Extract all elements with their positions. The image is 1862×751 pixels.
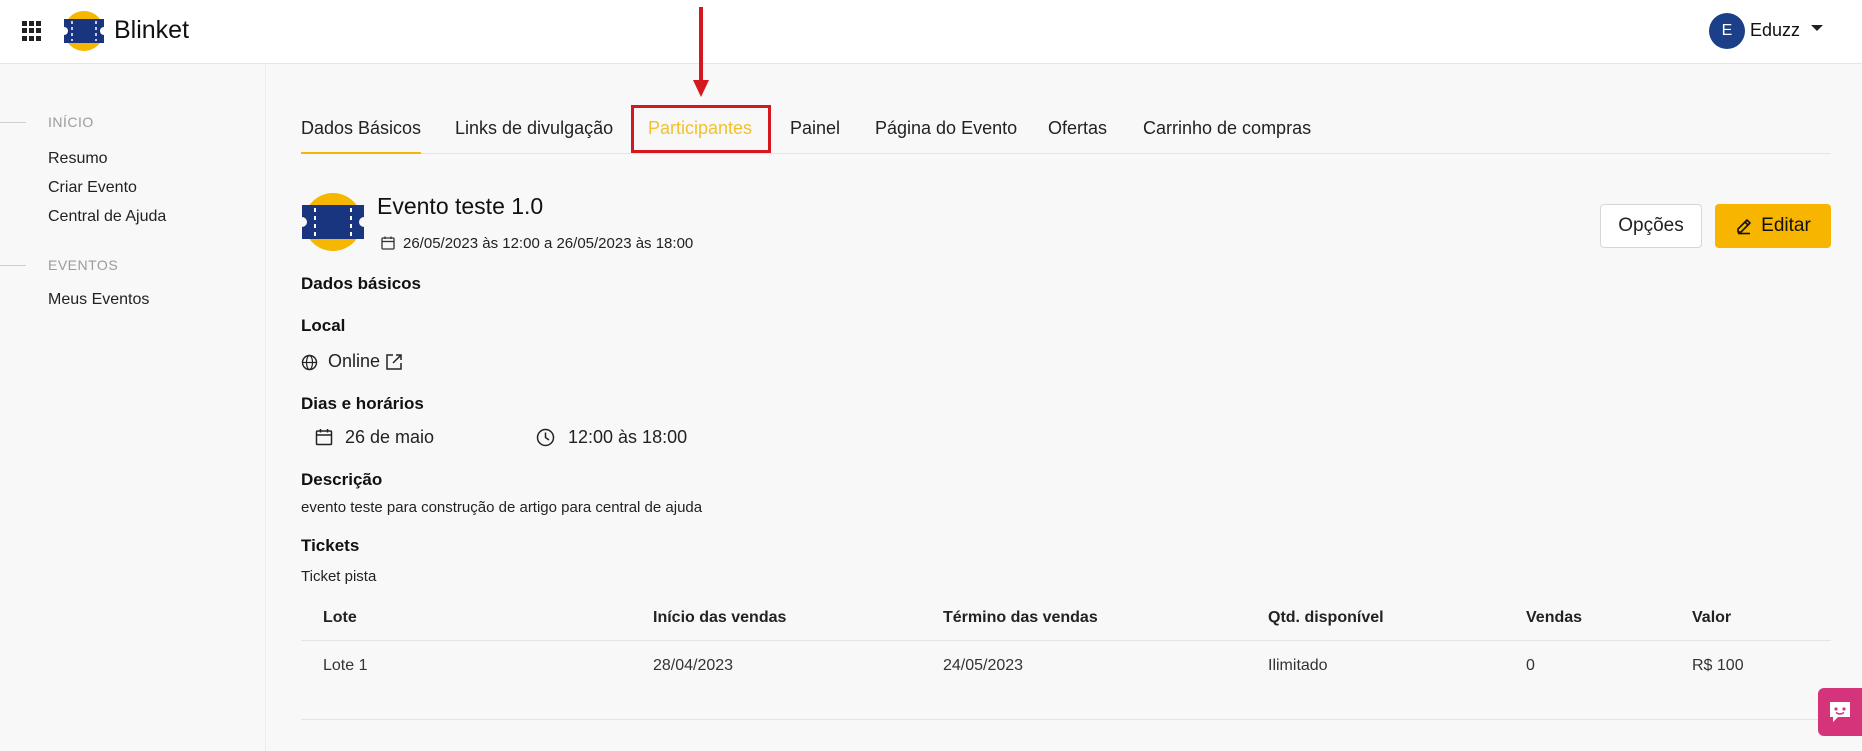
chat-icon	[1830, 702, 1850, 722]
table-header-vendas: Vendas	[1526, 609, 1583, 626]
sidebar: INÍCIO Resumo Criar Evento Central de Aj…	[0, 65, 266, 751]
table-cell-vendas: 0	[1526, 657, 1535, 674]
pencil-icon	[1737, 219, 1751, 235]
tab-ofertas[interactable]: Ofertas	[1048, 118, 1107, 139]
table-header-qtd: Qtd. disponível	[1268, 609, 1384, 626]
section-dados-basicos: Dados básicos	[301, 274, 421, 293]
tab-links-divulgacao[interactable]: Links de divulgação	[455, 118, 613, 139]
table-divider	[301, 640, 1831, 641]
sidebar-section-inicio: INÍCIO	[48, 114, 94, 130]
brand-name[interactable]: Blinket	[114, 16, 189, 45]
table-cell-qtd: Ilimitado	[1268, 657, 1328, 674]
calendar-icon	[381, 236, 395, 250]
table-header-termino: Término das vendas	[943, 609, 1098, 626]
table-cell-termino: 24/05/2023	[943, 657, 1024, 674]
sidebar-item-central-ajuda[interactable]: Central de Ajuda	[48, 208, 166, 226]
tab-bar: Dados Básicos Links de divulgação Partic…	[301, 104, 1831, 154]
apps-grid-icon[interactable]	[22, 21, 42, 41]
sidebar-divider	[0, 265, 26, 266]
edit-button[interactable]: Editar	[1715, 204, 1831, 248]
event-description: evento teste para construção de artigo p…	[301, 499, 703, 516]
event-day: 26 de maio	[345, 427, 435, 447]
sidebar-item-resumo[interactable]: Resumo	[48, 150, 108, 168]
globe-icon	[301, 354, 318, 371]
annotation-highlight-box	[631, 105, 771, 153]
section-descricao: Descrição	[301, 470, 383, 489]
event-dates: 26/05/2023 às 12:00 a 26/05/2023 às 18:0…	[403, 235, 694, 252]
user-name[interactable]: Eduzz	[1750, 20, 1800, 41]
calendar-icon	[315, 429, 333, 446]
section-tickets: Tickets	[301, 536, 360, 555]
table-divider	[301, 719, 1831, 720]
table-header-valor: Valor	[1692, 609, 1732, 626]
avatar[interactable]: E	[1709, 13, 1745, 49]
options-button[interactable]: Opções	[1600, 204, 1702, 248]
section-dias-horarios: Dias e horários	[301, 394, 424, 413]
table-header-lote: Lote	[323, 609, 357, 626]
sidebar-divider	[0, 122, 26, 123]
event-title: Evento teste 1.0	[377, 193, 544, 219]
event-time: 12:00 às 18:00	[568, 427, 688, 447]
table-cell-inicio: 28/04/2023	[653, 657, 734, 674]
chat-widget-button[interactable]	[1818, 688, 1862, 736]
local-value: Online	[328, 351, 381, 371]
clock-icon	[536, 428, 555, 447]
tab-pagina-evento[interactable]: Página do Evento	[875, 118, 1017, 139]
top-bar: Blinket E Eduzz	[0, 0, 1862, 64]
annotation-arrow	[699, 7, 703, 85]
external-link-icon[interactable]	[385, 353, 403, 371]
ticket-name: Ticket pista	[301, 568, 377, 585]
sidebar-item-criar-evento[interactable]: Criar Evento	[48, 179, 137, 197]
table-header-inicio: Início das vendas	[653, 609, 787, 626]
chevron-down-icon[interactable]	[1811, 25, 1823, 31]
section-local: Local	[301, 316, 346, 335]
sidebar-item-meus-eventos[interactable]: Meus Eventos	[48, 291, 149, 309]
tab-carrinho-compras[interactable]: Carrinho de compras	[1143, 118, 1311, 139]
event-ticket-icon	[301, 193, 365, 251]
ticket-logo-icon[interactable]	[62, 10, 106, 52]
edit-button-label: Editar	[1761, 215, 1811, 236]
annotation-arrow-head	[693, 80, 709, 97]
table-cell-valor: R$ 100	[1692, 657, 1744, 674]
tab-painel[interactable]: Painel	[790, 118, 840, 139]
tab-dados-basicos[interactable]: Dados Básicos	[301, 118, 422, 154]
sidebar-section-eventos: EVENTOS	[48, 257, 119, 273]
table-cell-lote: Lote 1	[323, 657, 368, 674]
